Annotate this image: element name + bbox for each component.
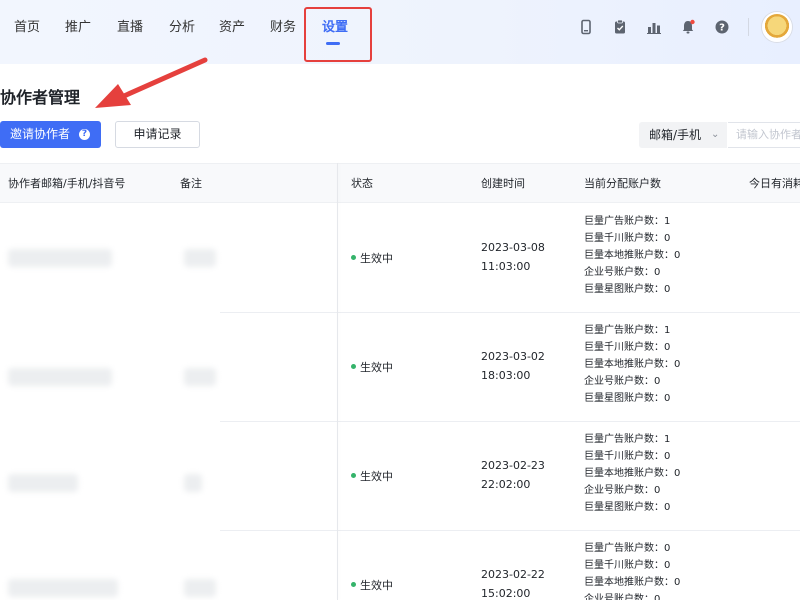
count-line: 巨量千川账户数：0 [584,342,671,353]
header-account-count: 当前分配账户数 [584,177,661,190]
created-clock: 22:02:00 [481,478,531,491]
status-badge: 生效中 [351,577,393,593]
nav-promotion[interactable]: 推广 [65,18,91,38]
created-date: 2023-03-08 [481,241,545,254]
count-line: 巨量千川账户数：0 [584,233,671,244]
status-dot [351,255,356,260]
status-text: 生效中 [360,579,393,592]
status-badge: 生效中 [351,359,393,375]
created-date: 2023-02-22 [481,568,545,581]
chart-icon[interactable] [646,19,662,35]
count-line: 巨量广告账户数：1 [584,216,671,227]
invite-button-label: 邀请协作者 [10,127,71,141]
status-badge: 生效中 [351,468,393,484]
table-row: 生效中 2023-03-02 18:03:00 巨量广告账户数：1 巨量千川账户… [0,313,800,422]
header-collaborator: 协作者邮箱/手机/抖音号 [8,177,126,190]
count-line: 巨量广告账户数：0 [584,543,671,554]
created-clock: 15:02:00 [481,587,531,600]
count-line: 企业号账户数：0 [584,267,661,278]
count-line: 巨量千川账户数：0 [584,560,671,571]
status-dot [351,364,356,369]
nav-assets[interactable]: 资产 [219,18,245,38]
search-input[interactable]: 请输入协作者 [728,122,800,148]
count-line: 巨量本地推账户数：0 [584,468,681,479]
invite-help-icon[interactable]: ? [79,129,90,140]
count-line: 巨量本地推账户数：0 [584,577,681,588]
count-line: 企业号账户数：0 [584,376,661,387]
redacted-remark [184,579,216,597]
table-row: 生效中 2023-02-23 22:02:00 巨量广告账户数：1 巨量千川账户… [0,422,800,531]
count-line: 巨量广告账户数：1 [584,325,671,336]
phone-icon[interactable] [578,19,594,35]
count-line: 巨量星图账户数：0 [584,502,671,513]
chevron-down-icon: ⌄ [711,129,720,140]
created-date: 2023-02-23 [481,459,545,472]
status-badge: 生效中 [351,250,393,266]
status-dot [351,582,356,587]
account-counts: 巨量广告账户数：1 巨量千川账户数：0 巨量本地推账户数：0 企业号账户数：0 … [584,322,680,407]
count-line: 巨量星图账户数：0 [584,284,671,295]
help-icon[interactable]: ? [714,19,730,35]
status-text: 生效中 [360,361,393,374]
account-counts: 巨量广告账户数：0 巨量千川账户数：0 巨量本地推账户数：0 企业号账户数：0 [584,540,680,600]
account-counts: 巨量广告账户数：1 巨量千川账户数：0 巨量本地推账户数：0 企业号账户数：0 … [584,213,680,298]
created-time: 2023-02-22 15:02:00 [481,565,545,600]
header-today-consumption: 今日有消耗 [749,177,800,190]
clipboard-icon[interactable] [612,19,628,35]
count-line: 企业号账户数：0 [584,485,661,496]
application-history-button[interactable]: 申请记录 [115,121,200,148]
page-title: 协作者管理 [0,88,81,107]
count-line: 巨量本地推账户数：0 [584,359,681,370]
created-time: 2023-02-23 22:02:00 [481,456,545,494]
search-type-select[interactable]: 邮箱/手机 ⌄ [639,122,727,148]
count-line: 巨量千川账户数：0 [584,451,671,462]
fixed-column-divider [337,163,338,600]
header-created-time: 创建时间 [481,177,525,190]
count-line: 企业号账户数：0 [584,594,661,600]
redacted-collaborator [8,474,78,492]
collaborator-management-page: 首页 推广 直播 分析 资产 财务 设置 ? 协作者管理 邀请协作者 ? 申请记… [0,0,800,600]
created-time: 2023-03-02 18:03:00 [481,347,545,385]
redacted-collaborator [8,368,112,386]
redacted-remark [184,249,216,267]
count-line: 巨量星图账户数：0 [584,393,671,404]
toolbar-divider [748,18,749,36]
redacted-collaborator [8,249,112,267]
invite-collaborator-button[interactable]: 邀请协作者 ? [0,121,101,148]
header-status: 状态 [351,177,373,190]
nav-analysis[interactable]: 分析 [169,18,195,38]
nav-finance[interactable]: 财务 [270,18,296,38]
table-row: 生效中 2023-03-08 11:03:00 巨量广告账户数：1 巨量千川账户… [0,204,800,313]
status-text: 生效中 [360,252,393,265]
status-text: 生效中 [360,470,393,483]
table-row: 生效中 2023-02-22 15:02:00 巨量广告账户数：0 巨量千川账户… [0,531,800,600]
count-line: 巨量广告账户数：1 [584,434,671,445]
redacted-remark [184,368,216,386]
table-header: 协作者邮箱/手机/抖音号 备注 状态 创建时间 当前分配账户数 今日有消耗 [0,163,800,203]
status-dot [351,473,356,478]
header-remark: 备注 [180,177,202,190]
created-time: 2023-03-08 11:03:00 [481,238,545,276]
highlight-box [304,7,372,62]
nav-home[interactable]: 首页 [14,18,40,38]
top-nav: 首页 推广 直播 分析 资产 财务 设置 ? [0,0,800,64]
created-clock: 18:03:00 [481,369,531,382]
svg-text:?: ? [719,23,725,34]
redacted-remark [184,474,202,492]
redacted-collaborator [8,579,118,597]
created-date: 2023-03-02 [481,350,545,363]
created-clock: 11:03:00 [481,260,531,273]
count-line: 巨量本地推账户数：0 [584,250,681,261]
nav-live[interactable]: 直播 [117,18,143,38]
user-avatar[interactable] [762,12,792,42]
account-counts: 巨量广告账户数：1 巨量千川账户数：0 巨量本地推账户数：0 企业号账户数：0 … [584,431,680,516]
bell-icon[interactable] [680,19,696,35]
search-type-value: 邮箱/手机 [649,128,702,142]
